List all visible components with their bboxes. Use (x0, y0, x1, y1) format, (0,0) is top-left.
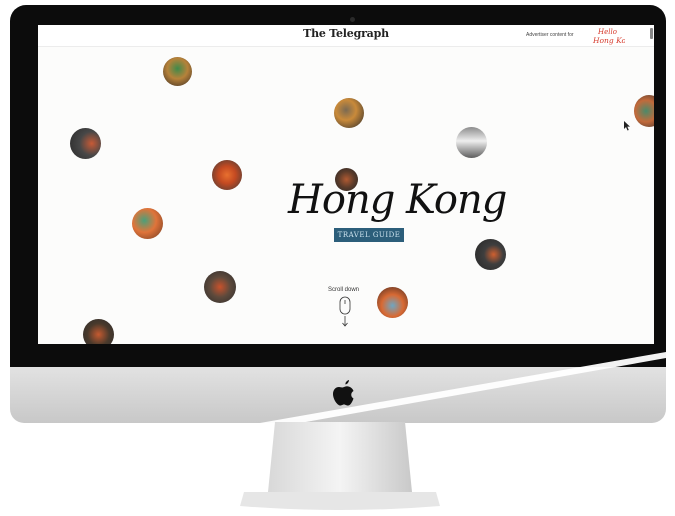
scroll-down-label[interactable]: Scroll down (328, 287, 359, 293)
photo-bubble[interactable] (212, 160, 242, 190)
photo-bubble[interactable] (83, 319, 114, 344)
cursor-arrow-icon (624, 121, 630, 131)
photo-bubble[interactable] (70, 128, 101, 159)
mouse-scroll-icon[interactable] (339, 296, 351, 328)
browser-viewport: The Telegraph Advertiser content for Hel… (38, 25, 654, 344)
monitor-stand (240, 422, 440, 510)
photo-bubble[interactable] (634, 95, 654, 127)
photo-bubble[interactable] (475, 239, 506, 270)
svg-text:Hello: Hello (597, 28, 617, 36)
site-header: The Telegraph Advertiser content for Hel… (38, 25, 654, 47)
hero-title: Hong Kong (288, 177, 507, 223)
scrollbar[interactable] (650, 28, 653, 39)
svg-text:Hong Kong: Hong Kong (592, 36, 625, 45)
photo-bubble[interactable] (204, 271, 236, 303)
apple-logo-icon (333, 380, 354, 406)
photo-bubble[interactable] (456, 127, 487, 158)
photo-bubble[interactable] (334, 98, 364, 128)
advertiser-label: Advertiser content for (526, 32, 574, 38)
travel-guide-badge: TRAVEL GUIDE (334, 228, 404, 242)
hello-hong-kong-logo[interactable]: Hello Hong Kong (591, 26, 625, 45)
photo-bubble[interactable] (163, 57, 192, 86)
photo-bubble[interactable] (377, 287, 408, 318)
photo-bubble[interactable] (132, 208, 163, 239)
camera-icon (350, 17, 355, 22)
